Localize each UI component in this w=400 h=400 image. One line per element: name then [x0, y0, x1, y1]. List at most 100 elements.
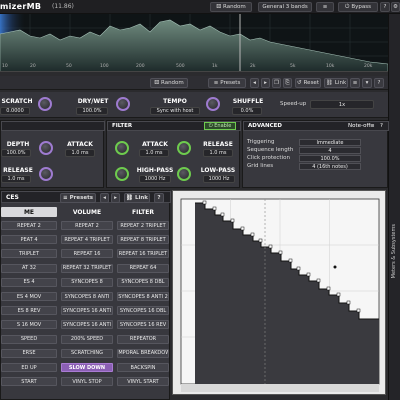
sequence-preset-button[interactable]: SYNCOPES 16 REV	[117, 320, 169, 330]
next-preset-button[interactable]: ▸	[261, 78, 270, 88]
advanced-panel-header: ADVANCED Note-off ≡ ?	[243, 121, 389, 131]
prev-preset-button[interactable]: ◂	[250, 78, 259, 88]
sequence-length-label: Sequence length	[247, 147, 294, 153]
freq-label: 5k	[290, 64, 296, 69]
help-button[interactable]: ?	[380, 2, 390, 12]
freq-label: 1k	[212, 64, 218, 69]
frequency-scale: 10 20 50 100 200 500 1k 2k 5k 10k 20k	[0, 64, 388, 72]
preset-selector[interactable]: General 3 bands	[258, 2, 312, 12]
scratch-value[interactable]: 0.0000	[0, 107, 30, 115]
sequence-preset-button[interactable]: TEMPORAL BREAKDOWN	[117, 348, 169, 358]
tempo-value[interactable]: Sync with host	[150, 107, 200, 115]
toolbar-menu-button[interactable]: ≡	[350, 78, 360, 88]
column-time[interactable]: ME	[1, 207, 57, 217]
noteoff-toggle[interactable]: Note-off	[348, 123, 370, 129]
sequence-preset-button[interactable]: AT 32	[1, 263, 57, 273]
sequence-preset-button[interactable]: ED UP	[1, 363, 57, 372]
toolbar-expand-button[interactable]: ▾	[362, 78, 372, 88]
sequence-preset-button[interactable]: ES 4 MOV	[1, 292, 57, 301]
sequence-preset-button[interactable]: ES 8 REV	[1, 306, 57, 316]
depth-value[interactable]: 100.0%	[1, 149, 31, 157]
reset-button[interactable]: ↺ Reset	[295, 78, 321, 88]
scratch-label: SCRATCH	[1, 98, 33, 105]
sequence-preset-button[interactable]: SYNCOPES 8 ANTI 2	[117, 292, 169, 301]
sequence-graph[interactable]	[173, 191, 387, 396]
sequence-preset-button[interactable]: SPEED	[1, 334, 57, 344]
drywet-knob[interactable]	[116, 97, 130, 111]
random-button[interactable]: ⚄ Random	[210, 2, 252, 12]
sequence-preset-button[interactable]: VINYL START	[117, 377, 169, 387]
scratch-knob[interactable]	[38, 97, 52, 111]
sequence-preset-button[interactable]: REPEAT 2 TRIPLET	[117, 221, 169, 230]
filter-enable-toggle[interactable]: ⏻ Enable	[204, 122, 236, 130]
sequence-preset-button[interactable]: SYNCOPES 8 ANTI	[61, 292, 113, 301]
triggering-select[interactable]: Immediate	[299, 139, 361, 146]
highpass-knob[interactable]	[115, 167, 129, 181]
sequence-preset-button[interactable]: SYNCOPES 16 ANTI	[61, 320, 113, 330]
sequence-preset-button[interactable]: REPEAT 4 TRIPLET	[61, 235, 113, 245]
sequence-preset-button[interactable]: REPEAT 8 TRIPLET	[117, 235, 169, 245]
sequence-preset-button[interactable]: REPEAT 64	[117, 263, 169, 273]
highpass-value[interactable]: 1000 Hz	[139, 175, 171, 183]
paste-button[interactable]: ⎘	[283, 78, 292, 88]
sequence-preset-button[interactable]: SYNCOPES 8 DBL	[117, 277, 169, 287]
sequence-preset-button[interactable]: SYNCOPES 16 DBL	[117, 306, 169, 316]
click-protection-value[interactable]: 100.0%	[299, 155, 361, 162]
bypass-button[interactable]: ⏻ Bypass	[338, 2, 378, 12]
sequence-preset-button[interactable]: BACKSPIN	[117, 363, 169, 372]
seq-next-button[interactable]: ▸	[111, 193, 120, 203]
sequence-preset-button[interactable]: SLOW DOWN	[61, 363, 113, 372]
meters-label: Meters & Subsystems	[391, 224, 397, 279]
column-volume[interactable]: VOLUME	[61, 207, 113, 217]
filter-attack-value[interactable]: 1.0 ms	[139, 149, 169, 157]
lowpass-knob[interactable]	[177, 167, 191, 181]
filter-release-value[interactable]: 1.0 ms	[203, 149, 233, 157]
env-attack-value[interactable]: 1.0 ms	[65, 149, 95, 157]
grid-lines-select[interactable]: 4 (16th notes)	[299, 163, 361, 170]
sequence-preset-button[interactable]: TRIPLET	[1, 249, 57, 259]
sequence-presets-button[interactable]: ≡ Presets	[60, 193, 96, 203]
sequence-preset-button[interactable]: S 16 MOV	[1, 320, 57, 330]
seq-help-button[interactable]: ?	[154, 193, 164, 203]
seq-prev-button[interactable]: ◂	[100, 193, 109, 203]
preset-menu-button[interactable]: ≡	[316, 2, 334, 12]
sequence-preset-button[interactable]: REPEAT 16	[61, 249, 113, 259]
sequence-preset-button[interactable]: REPEAT 2	[1, 221, 57, 230]
sequence-preset-button[interactable]: 200% SPEED	[61, 334, 113, 344]
toolbar-help-button[interactable]: ?	[374, 78, 384, 88]
column-filter[interactable]: FILTER	[117, 207, 169, 217]
sequence-preset-button[interactable]: REPEAT 2	[61, 221, 113, 230]
sequence-preset-button[interactable]: VINYL STOP	[61, 377, 113, 387]
sequence-preset-button[interactable]: SYNCOPES 8	[61, 277, 113, 287]
meters-strip[interactable]: Meters & Subsystems	[388, 14, 400, 400]
filter-attack-knob[interactable]	[115, 141, 129, 155]
shuffle-value[interactable]: 0.0%	[232, 107, 262, 115]
sequence-preset-button[interactable]: START	[1, 377, 57, 387]
presets-button[interactable]: ≡ Presets	[208, 78, 246, 88]
random-button-2[interactable]: ⚄ Random	[150, 78, 188, 88]
advanced-help-icon[interactable]: ?	[380, 123, 383, 129]
copy-button[interactable]: ❐	[272, 78, 281, 88]
sequence-preset-button[interactable]: SYNCOPES 16 ANTI	[61, 306, 113, 316]
shuffle-knob[interactable]	[206, 97, 220, 111]
env-release-knob[interactable]	[39, 167, 53, 181]
sequence-preset-button[interactable]: REPEATOR	[117, 334, 169, 344]
seq-link-button[interactable]: ⛓ Link	[124, 193, 150, 203]
settings-button[interactable]: ⚙	[391, 2, 400, 12]
sequence-preset-button[interactable]: REPEAT 32 TRIPLET	[61, 263, 113, 273]
env-release-value[interactable]: 1.0 ms	[1, 175, 31, 183]
link-button[interactable]: ⛓ Link	[324, 78, 348, 88]
depth-knob[interactable]	[39, 141, 53, 155]
sequence-preset-button[interactable]: PEAT 4	[1, 235, 57, 245]
sequence-preset-button[interactable]: ES 4	[1, 277, 57, 287]
advanced-menu-icon[interactable]: ≡	[370, 123, 375, 129]
sequence-length-value[interactable]: 4	[299, 147, 361, 154]
sequence-editor[interactable]	[172, 190, 386, 395]
speedup-select[interactable]: 1x	[310, 100, 374, 109]
sequence-preset-button[interactable]: SCRATCHING	[61, 348, 113, 358]
sequence-preset-button[interactable]: ERSE	[1, 348, 57, 358]
filter-release-knob[interactable]	[177, 141, 191, 155]
sequence-preset-button[interactable]: REPEAT 16 TRIPLET	[117, 249, 169, 259]
lowpass-value[interactable]: 1000 Hz	[203, 175, 235, 183]
drywet-value[interactable]: 100.0%	[76, 107, 108, 115]
